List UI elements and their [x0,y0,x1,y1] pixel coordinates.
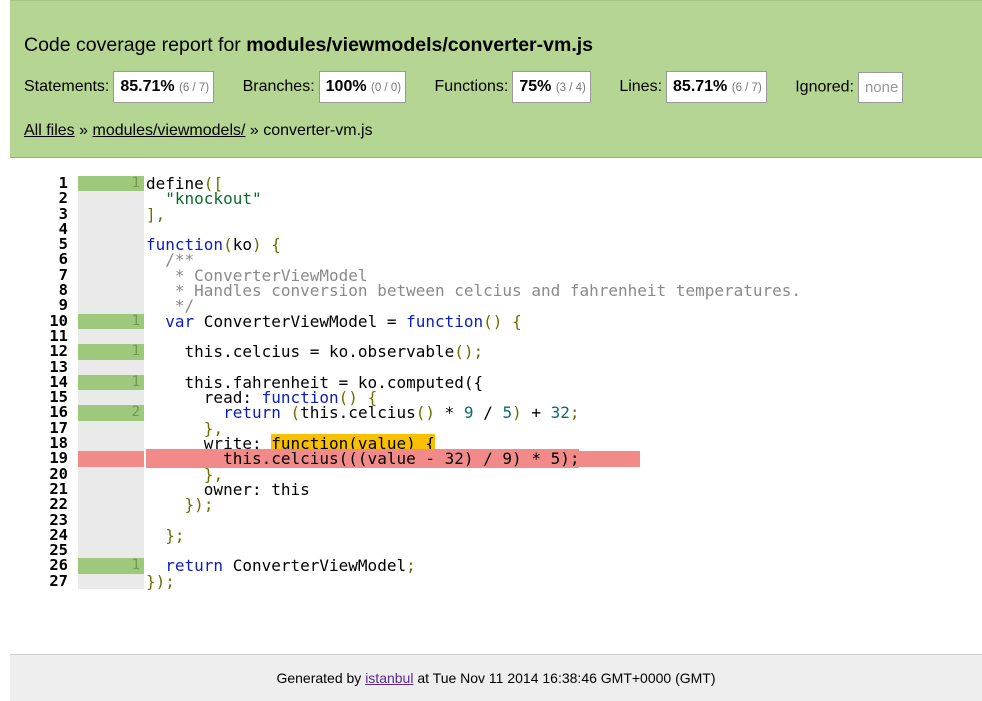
hit-count [78,451,144,467]
footer: Generated by istanbul at Tue Nov 11 2014… [10,654,982,701]
stat-statements-value: 85.71% (6 / 7) [113,71,215,103]
hit-count [78,359,144,375]
coverage-stats: Statements: 85.71% (6 / 7) Branches: 100% … [24,71,927,103]
breadcrumb: All files » modules/viewmodels/ » conver… [24,122,373,139]
hit-count [78,466,144,482]
istanbul-link[interactable]: istanbul [365,670,413,686]
hit-count [78,390,144,406]
hit-count [78,497,144,513]
line-number: 27 [49,571,68,590]
hit-count: 2 [78,405,144,421]
summary-header: Code coverage report for modules/viewmod… [10,0,982,158]
stat-lines: Lines: 85.71% (6 / 7) [619,71,767,103]
hit-count: 1 [78,374,144,391]
breadcrumb-directory[interactable]: modules/viewmodels/ [92,122,245,139]
breadcrumb-current-file: converter-vm.js [263,122,373,139]
source-line: var ConverterViewModel = function() { [165,311,522,331]
source-line: this.celcius = ko.observable(); [146,342,484,362]
source-line: * Handles conversion between celcius and… [146,281,802,301]
hit-count [78,206,144,222]
stat-functions-value: 75% (3 / 4) [512,71,591,103]
hit-count [78,543,144,559]
source-line: }); [184,495,214,515]
stat-statements: Statements: 85.71% (6 / 7) [24,71,215,103]
hit-count [78,298,144,314]
breadcrumb-all-files[interactable]: All files [24,122,75,139]
hit-count [78,512,144,528]
source-line: return ConverterViewModel; [165,556,416,576]
stat-functions: Functions: 75% (3 / 4) [435,71,591,103]
file-path: modules/viewmodels/converter-vm.js [246,34,593,56]
hit-count [78,420,144,437]
hit-count: 1 [78,558,144,574]
hit-count [78,283,144,299]
hit-count [78,191,144,207]
hit-count [78,328,144,345]
stat-ignored: Ignored: none [795,71,904,103]
hit-count [78,436,144,452]
hit-count: 1 [78,313,144,329]
hit-count [78,527,144,544]
hit-count [78,267,144,284]
hit-count [78,252,144,268]
stat-lines-value: 85.71% (6 / 7) [666,71,767,103]
hit-count [78,573,144,590]
stat-branches: Branches: 100% (0 / 0) [243,71,407,103]
source-line: }; [165,525,185,545]
source-line: }); [146,571,175,591]
hit-count [78,221,144,238]
hit-count: 1 [78,343,144,360]
hit-count [78,237,144,253]
stat-branches-value: 100% (0 / 0) [318,71,407,103]
stat-ignored-value: none [857,71,904,103]
source-line: ], [146,204,166,224]
page-title: Code coverage report for modules/viewmod… [24,34,593,56]
hit-count [78,481,144,498]
hit-count: 1 [78,175,144,192]
